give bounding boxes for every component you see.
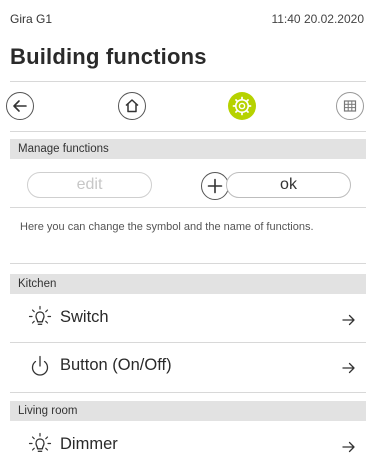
room-name: Living room xyxy=(18,405,78,417)
function-label: Button (On/Off) xyxy=(60,356,172,374)
title-divider xyxy=(10,81,366,82)
function-label: Dimmer xyxy=(60,435,118,453)
section-header-living-room: Living room xyxy=(10,401,366,421)
ok-button[interactable]: ok xyxy=(226,172,351,198)
manage-divider xyxy=(10,207,366,208)
page-title: Building functions xyxy=(10,44,207,69)
row-divider xyxy=(10,342,366,343)
row-divider xyxy=(10,392,366,393)
add-button[interactable] xyxy=(201,172,229,200)
function-row-switch[interactable]: Switch xyxy=(10,297,366,341)
light-bulb-icon xyxy=(28,432,52,463)
nav-bar xyxy=(0,84,368,128)
arrow-right-icon xyxy=(342,313,356,331)
function-label: Switch xyxy=(60,308,109,326)
edit-button[interactable]: edit xyxy=(27,172,152,198)
arrow-right-icon xyxy=(342,361,356,379)
grid-button[interactable] xyxy=(336,92,364,120)
info-text: Here you can change the symbol and the n… xyxy=(20,221,314,233)
nav-divider xyxy=(10,131,366,132)
function-row-button-onoff[interactable]: Button (On/Off) xyxy=(10,345,366,389)
light-bulb-icon xyxy=(28,305,52,336)
info-divider xyxy=(10,263,366,264)
settings-button[interactable] xyxy=(228,92,256,120)
app-name: Gira G1 xyxy=(10,12,53,26)
arrow-right-icon xyxy=(342,440,356,458)
home-button[interactable] xyxy=(118,92,146,120)
section-title: Manage functions xyxy=(18,143,109,155)
power-icon xyxy=(28,353,52,384)
back-button[interactable] xyxy=(6,92,34,120)
status-datetime: 11:40 20.02.2020 xyxy=(271,12,364,26)
function-row-dimmer[interactable]: Dimmer xyxy=(10,424,366,468)
status-bar: Gira G1 11:40 20.02.2020 xyxy=(0,0,368,34)
room-name: Kitchen xyxy=(18,278,57,290)
section-header-manage: Manage functions xyxy=(10,139,366,159)
section-header-kitchen: Kitchen xyxy=(10,274,366,294)
